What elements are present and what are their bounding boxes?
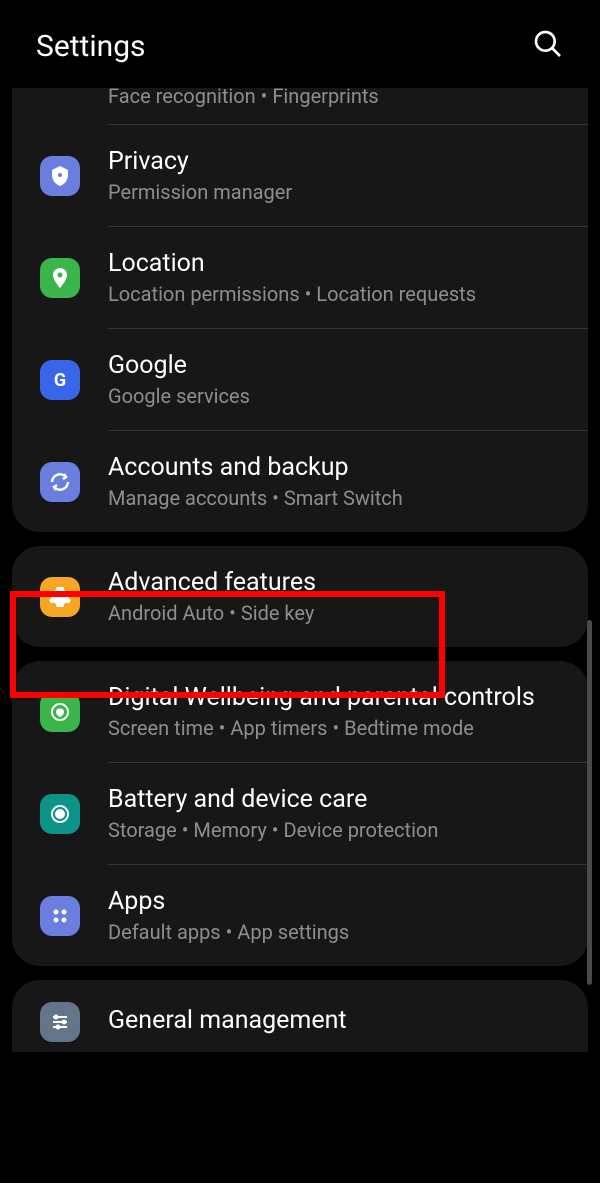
settings-group-advanced: Advanced features Android Auto • Side ke… (12, 546, 588, 647)
settings-group-3: General management (12, 980, 588, 1052)
google-g-icon: G (40, 360, 80, 400)
item-content: Privacy Permission manager (108, 147, 568, 204)
item-content: Google Google services (108, 351, 568, 408)
item-content: Battery and device care Storage • Memory… (108, 785, 568, 842)
settings-item-advanced-features[interactable]: Advanced features Android Auto • Side ke… (12, 546, 588, 647)
item-title: Digital Wellbeing and parental controls (108, 683, 568, 712)
settings-item-google[interactable]: G Google Google services (12, 329, 588, 430)
item-title: Accounts and backup (108, 453, 568, 482)
item-subtitle: Manage accounts • Smart Switch (108, 486, 568, 510)
wellbeing-heart-icon (40, 692, 80, 732)
device-care-icon (40, 794, 80, 834)
item-title: Apps (108, 887, 568, 916)
item-content: General management (108, 1006, 568, 1039)
item-subtitle: Default apps • App settings (108, 920, 568, 944)
item-subtitle: Permission manager (108, 180, 568, 204)
settings-item-wellbeing[interactable]: Digital Wellbeing and parental controls … (12, 661, 588, 762)
apps-grid-icon (40, 896, 80, 936)
item-subtitle: Storage • Memory • Device protection (108, 818, 568, 842)
item-title: Location (108, 249, 568, 278)
settings-group-1: Face recognition • Fingerprints Privacy … (12, 88, 588, 532)
location-pin-icon (40, 258, 80, 298)
item-subtitle: Google services (108, 384, 568, 408)
settings-item-privacy[interactable]: Privacy Permission manager (12, 125, 588, 226)
privacy-shield-icon (40, 156, 80, 196)
svg-text:G: G (54, 370, 66, 391)
settings-item-general[interactable]: General management (12, 980, 588, 1052)
settings-item-location[interactable]: Location Location permissions • Location… (12, 227, 588, 328)
settings-item-accounts[interactable]: Accounts and backup Manage accounts • Sm… (12, 431, 588, 532)
search-icon[interactable] (532, 28, 564, 64)
sync-icon (40, 462, 80, 502)
item-subtitle: Android Auto • Side key (108, 601, 568, 625)
item-content: Apps Default apps • App settings (108, 887, 568, 944)
item-title: Google (108, 351, 568, 380)
advanced-gear-icon (40, 577, 80, 617)
settings-header: Settings (0, 0, 600, 88)
item-content: Accounts and backup Manage accounts • Sm… (108, 453, 568, 510)
item-content: Digital Wellbeing and parental controls … (108, 683, 568, 740)
settings-item-apps[interactable]: Apps Default apps • App settings (12, 865, 588, 966)
page-title: Settings (36, 29, 146, 64)
item-content: Location Location permissions • Location… (108, 249, 568, 306)
item-content: Advanced features Android Auto • Side ke… (108, 568, 568, 625)
item-title: General management (108, 1006, 568, 1035)
item-subtitle: Location permissions • Location requests (108, 282, 568, 306)
settings-group-2: Digital Wellbeing and parental controls … (12, 661, 588, 966)
item-title: Battery and device care (108, 785, 568, 814)
item-title: Advanced features (108, 568, 568, 597)
settings-item-battery[interactable]: Battery and device care Storage • Memory… (12, 763, 588, 864)
truncated-item: Face recognition • Fingerprints (12, 88, 588, 124)
sliders-icon (40, 1002, 80, 1042)
scroll-indicator[interactable] (587, 620, 592, 985)
item-title: Privacy (108, 147, 568, 176)
item-subtitle: Screen time • App timers • Bedtime mode (108, 716, 568, 740)
